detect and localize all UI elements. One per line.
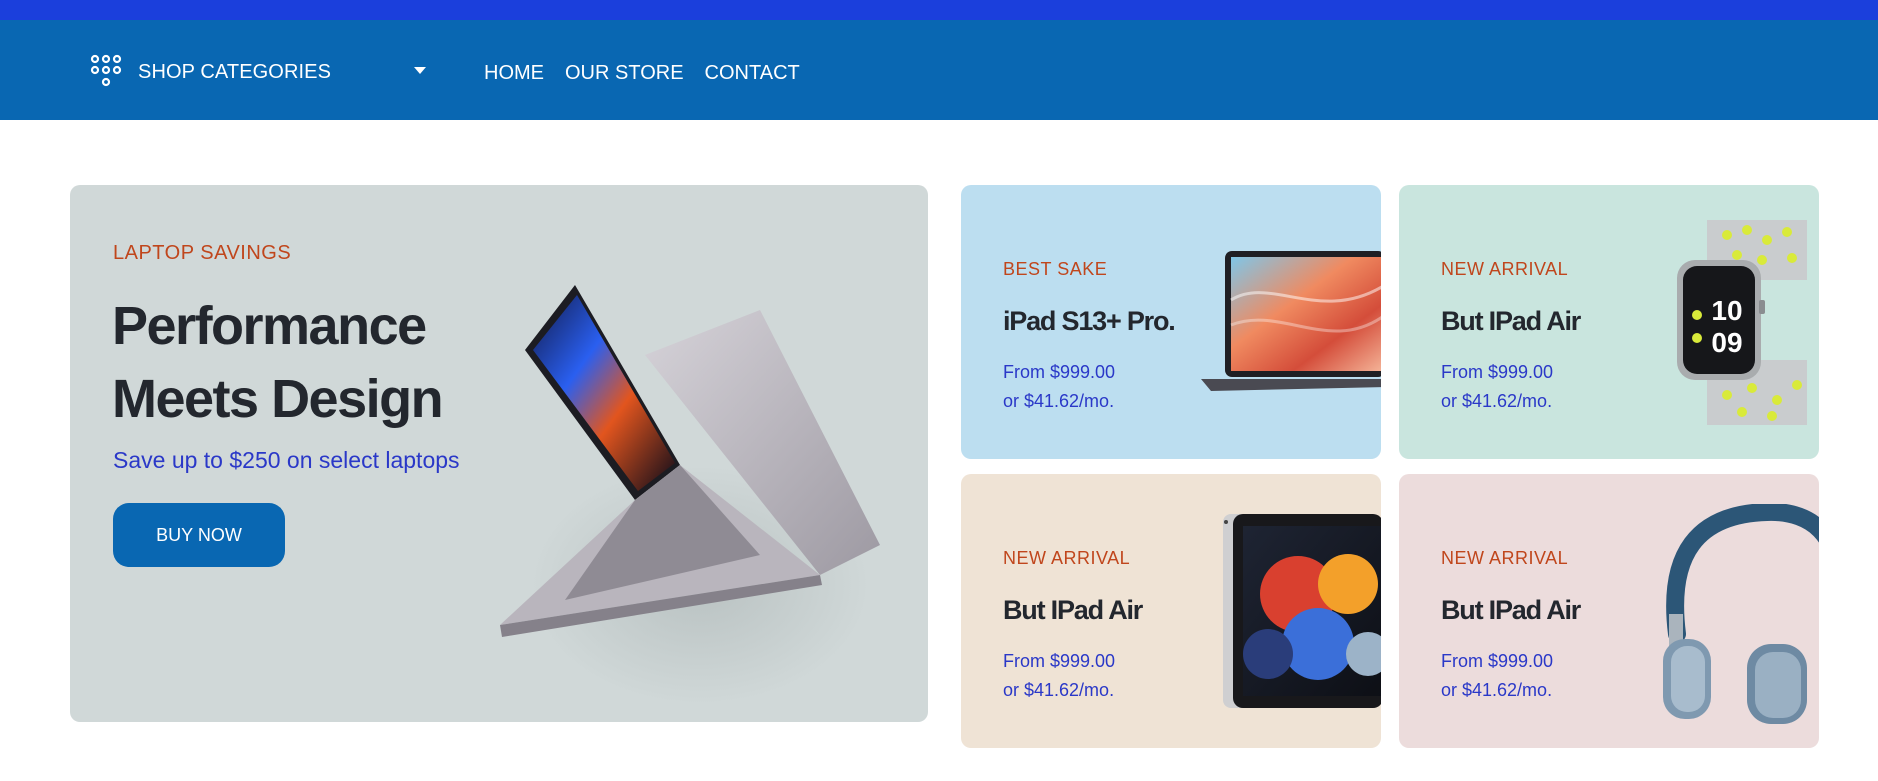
nav-link-home[interactable]: HOME <box>484 58 544 88</box>
nav-link-contact[interactable]: CONTACT <box>705 58 800 88</box>
promo-tag: NEW ARRIVAL <box>1441 548 1569 568</box>
promo-price: From $999.00 <box>1441 362 1554 382</box>
main-menu: HOME OUR STORE CONTACT <box>484 58 821 88</box>
promo-price: From $999.00 <box>1003 651 1116 671</box>
watch-image: 10 09 <box>1677 220 1807 425</box>
promo-card-ipad[interactable]: NEW ARRIVAL But IPad Air From $999.00 or… <box>961 474 1381 748</box>
promo-title: But IPad Air <box>1003 595 1143 625</box>
main-navbar: SHOP CATEGORIES HOME OUR STORE CONTACT <box>0 20 1878 120</box>
promo-price: From $999.00 <box>1003 362 1116 382</box>
promo-price: From $999.00 <box>1441 651 1554 671</box>
promo-card-headphones[interactable]: NEW ARRIVAL But IPad Air From $999.00 or… <box>1399 474 1819 748</box>
promo-monthly: or $41.62/mo. <box>1003 391 1115 411</box>
laptop-image <box>1201 251 1381 391</box>
promo-title: But IPad Air <box>1441 595 1581 625</box>
promo-monthly: or $41.62/mo. <box>1003 680 1115 700</box>
promo-card-ipad-pro[interactable]: BEST SAKE iPad S13+ Pro. From $999.00 or… <box>961 185 1381 459</box>
watch-minute: 09 <box>1711 327 1742 358</box>
headphones-image <box>1663 504 1819 724</box>
promo-tag: BEST SAKE <box>1003 259 1108 279</box>
top-strip <box>0 0 1878 20</box>
promo-title: iPad S13+ Pro. <box>1003 306 1176 336</box>
promo-tag: NEW ARRIVAL <box>1441 259 1569 279</box>
hero-subtitle: Save up to $250 on select laptops <box>113 447 460 473</box>
nav-link-our-store[interactable]: OUR STORE <box>565 58 684 88</box>
grid-menu-icon <box>90 54 122 87</box>
promo-title: But IPad Air <box>1441 306 1581 336</box>
hero-banner: LAPTOP SAVINGS Performance Meets Design … <box>70 185 928 722</box>
laptop-image <box>500 285 880 705</box>
hero-headline: Performance Meets Design <box>112 296 444 429</box>
promo-monthly: or $41.62/mo. <box>1441 391 1553 411</box>
hero-eyebrow: LAPTOP SAVINGS <box>113 242 292 264</box>
watch-hour: 10 <box>1711 295 1742 326</box>
promo-card-watch[interactable]: NEW ARRIVAL But IPad Air From $999.00 or… <box>1399 185 1819 459</box>
tablet-image <box>1223 514 1381 708</box>
shop-categories-label: SHOP CATEGORIES <box>138 60 332 83</box>
promo-monthly: or $41.62/mo. <box>1441 680 1553 700</box>
promo-tag: NEW ARRIVAL <box>1003 548 1131 568</box>
caret-down-icon <box>414 67 426 74</box>
buy-now-button[interactable]: BUY NOW <box>113 503 285 567</box>
shop-categories-dropdown[interactable]: SHOP CATEGORIES <box>89 53 434 91</box>
